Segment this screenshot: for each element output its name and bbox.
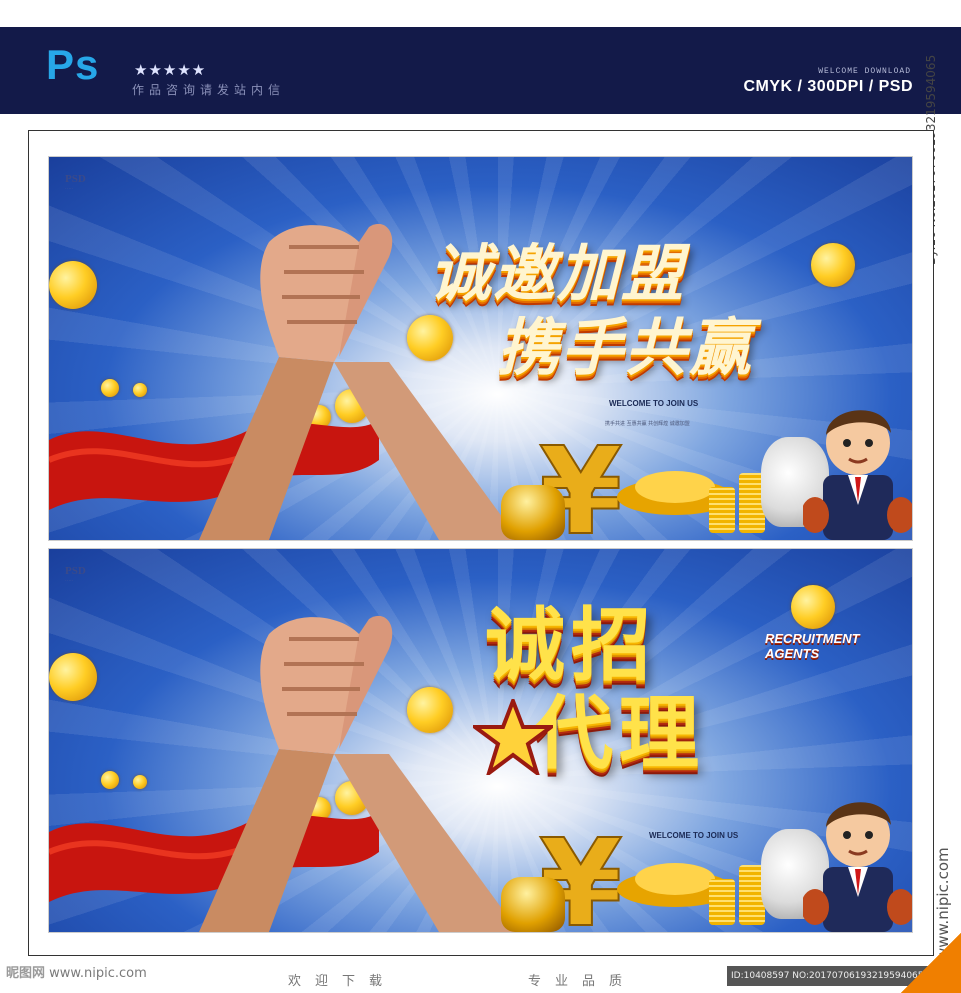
slogan-welcome-download: 欢迎下载 (288, 974, 397, 989)
welcome-text: WELCOME TO JOIN US (649, 831, 739, 840)
format-text: CMYK / 300DPI / PSD (743, 78, 913, 95)
businessman-cartoon (803, 410, 912, 540)
coin-icon (133, 383, 147, 397)
banner-recruit-agents: PSD ····· 诚招 代理 RECRUITMENT AGENTS WELCOM… (48, 548, 913, 933)
businessman-cartoon (803, 802, 912, 932)
welcome-text: WELCOME TO JOIN US (609, 399, 699, 408)
nipic-logo: 昵图网 www.nipic.com (6, 962, 147, 981)
recruit-line-1: RECRUITMENT (765, 631, 860, 646)
title-line-2: 代理 (533, 687, 705, 780)
coin-icon (49, 261, 97, 309)
welcome-download-text: WELCOME DOWNLOAD (818, 67, 911, 76)
header-bar: Ps ★★★★★ 作品咨询请发站内信 WELCOME DOWNLOAD CMYK… (0, 27, 961, 114)
consult-text: 作品咨询请发站内信 (132, 83, 286, 97)
coin-stack-icon (709, 879, 735, 925)
ps-logo: Ps (46, 41, 100, 88)
site-url-text: www.nipic.com (49, 966, 147, 981)
coin-stack-icon (709, 487, 735, 533)
gold-pot-icon (501, 485, 565, 540)
coin-icon (133, 775, 147, 789)
coin-icon (101, 379, 119, 397)
gold-pot-icon (501, 877, 565, 932)
title-line-2: 携手共赢 (497, 311, 754, 384)
corner-tag (901, 933, 961, 993)
banner-join-us: PSD ····· 诚邀加盟 携手共赢 WELCOME TO JOIN US 携手… (48, 156, 913, 541)
slogan-professional-quality: 专业品质 (528, 974, 637, 989)
psd-corner-logo: PSD ····· (65, 565, 86, 584)
psd-corner-logo: PSD ····· (65, 173, 86, 192)
coin-icon (49, 653, 97, 701)
coin-icon (811, 243, 855, 287)
coin-icon (791, 585, 835, 629)
recruit-line-2: AGENTS (765, 646, 820, 661)
site-logo-text: 昵图网 (6, 966, 46, 981)
handshake-arms (199, 615, 519, 932)
rating-stars: ★★★★★ (134, 61, 207, 79)
star-icon (473, 699, 553, 775)
recruitment-agents-text: RECRUITMENT AGENTS (765, 631, 860, 661)
coin-icon (101, 771, 119, 789)
